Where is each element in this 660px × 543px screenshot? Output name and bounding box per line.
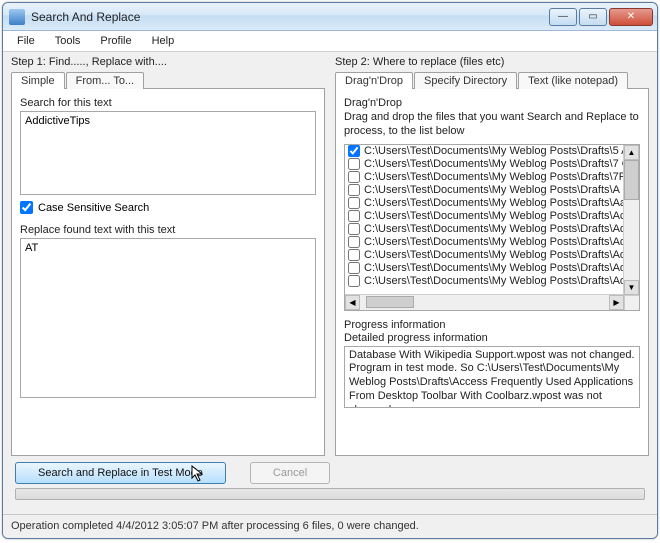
replace-text-input[interactable] [20,238,316,398]
progress-sublabel: Detailed progress information [344,332,640,344]
status-bar: Operation completed 4/4/2012 3:05:07 PM … [3,514,657,538]
progress-output[interactable]: Database With Wikipedia Support.wpost wa… [344,346,640,408]
file-checkbox[interactable] [348,236,360,248]
step2-tab-content: Drag'n'Drop Drag and drop the files that… [335,88,649,456]
step1-label: Step 1: Find....., Replace with.... [11,56,325,68]
hscroll-thumb[interactable] [366,296,414,308]
file-row[interactable]: C:\Users\Test\Documents\My Weblog Posts\… [345,236,623,249]
file-checkbox[interactable] [348,210,360,222]
file-checkbox[interactable] [348,184,360,196]
search-text-input[interactable] [20,111,316,195]
minimize-button[interactable]: — [549,8,577,26]
tab-from-to[interactable]: From... To... [66,72,144,89]
tab-text-notepad[interactable]: Text (like notepad) [518,72,628,89]
file-row[interactable]: C:\Users\Test\Documents\My Weblog Posts\… [345,158,623,171]
content-area: Step 1: Find....., Replace with.... Simp… [3,52,657,514]
progress-bar [15,488,645,500]
scroll-left-icon[interactable]: ◀ [345,295,360,310]
file-checkbox[interactable] [348,171,360,183]
step2-panel: Step 2: Where to replace (files etc) Dra… [335,56,649,456]
scroll-corner [624,295,639,310]
vscroll-thumb[interactable] [624,160,639,200]
file-checkbox[interactable] [348,275,360,287]
step2-label: Step 2: Where to replace (files etc) [335,56,649,68]
file-row[interactable]: C:\Users\Test\Documents\My Weblog Posts\… [345,223,623,236]
search-replace-button-label: Search and Replace in Test Mode [38,467,203,479]
maximize-button[interactable]: ▭ [579,8,607,26]
cursor-icon [191,465,205,487]
file-list-hscroll[interactable]: ◀ ▶ [345,294,624,310]
app-icon [9,9,25,25]
file-path: C:\Users\Test\Documents\My Weblog Posts\… [364,158,623,170]
file-path: C:\Users\Test\Documents\My Weblog Posts\… [364,223,623,235]
menu-profile[interactable]: Profile [90,33,141,49]
tab-simple[interactable]: Simple [11,72,65,89]
file-checkbox[interactable] [348,145,360,157]
replace-text-label: Replace found text with this text [20,224,316,236]
scroll-down-icon[interactable]: ▼ [624,280,639,295]
file-path: C:\Users\Test\Documents\My Weblog Posts\… [364,197,623,209]
file-path: C:\Users\Test\Documents\My Weblog Posts\… [364,262,623,274]
file-row[interactable]: C:\Users\Test\Documents\My Weblog Posts\… [345,197,623,210]
file-checkbox[interactable] [348,249,360,261]
progress-label: Progress information [344,319,640,331]
dragndrop-instructions: Drag and drop the files that you want Se… [344,111,640,139]
case-sensitive-label: Case Sensitive Search [38,202,149,214]
step1-tab-content: Search for this text Case Sensitive Sear… [11,88,325,456]
scroll-up-icon[interactable]: ▲ [624,145,639,160]
window-frame: Search And Replace — ▭ ✕ File Tools Prof… [2,2,658,539]
file-checkbox[interactable] [348,223,360,235]
file-row[interactable]: C:\Users\Test\Documents\My Weblog Posts\… [345,262,623,275]
file-row[interactable]: C:\Users\Test\Documents\My Weblog Posts\… [345,184,623,197]
file-row[interactable]: C:\Users\Test\Documents\My Weblog Posts\… [345,145,623,158]
menu-file[interactable]: File [7,33,45,49]
search-replace-button[interactable]: Search and Replace in Test Mode [15,462,226,484]
file-list[interactable]: C:\Users\Test\Documents\My Weblog Posts\… [344,144,640,311]
file-checkbox[interactable] [348,158,360,170]
file-path: C:\Users\Test\Documents\My Weblog Posts\… [364,236,623,248]
tab-dragndrop[interactable]: Drag'n'Drop [335,72,413,89]
file-path: C:\Users\Test\Documents\My Weblog Posts\… [364,275,623,287]
step1-panel: Step 1: Find....., Replace with.... Simp… [11,56,325,456]
file-row[interactable]: C:\Users\Test\Documents\My Weblog Posts\… [345,171,623,184]
search-text-label: Search for this text [20,97,316,109]
window-title: Search And Replace [31,10,547,24]
file-path: C:\Users\Test\Documents\My Weblog Posts\… [364,249,623,261]
menu-help[interactable]: Help [142,33,185,49]
file-row[interactable]: C:\Users\Test\Documents\My Weblog Posts\… [345,210,623,223]
file-path: C:\Users\Test\Documents\My Weblog Posts\… [364,145,623,157]
cancel-button: Cancel [250,462,330,484]
dragndrop-heading: Drag'n'Drop [344,97,640,109]
tab-specify-directory[interactable]: Specify Directory [414,72,517,89]
file-list-vscroll[interactable]: ▲ ▼ [623,145,639,295]
file-checkbox[interactable] [348,197,360,209]
close-button[interactable]: ✕ [609,8,653,26]
scroll-right-icon[interactable]: ▶ [609,295,624,310]
file-row[interactable]: C:\Users\Test\Documents\My Weblog Posts\… [345,275,623,288]
case-sensitive-checkbox[interactable] [20,201,33,214]
file-checkbox[interactable] [348,262,360,274]
titlebar[interactable]: Search And Replace — ▭ ✕ [3,3,657,31]
file-path: C:\Users\Test\Documents\My Weblog Posts\… [364,171,623,183]
menu-tools[interactable]: Tools [45,33,91,49]
file-row[interactable]: C:\Users\Test\Documents\My Weblog Posts\… [345,249,623,262]
file-path: C:\Users\Test\Documents\My Weblog Posts\… [364,184,623,196]
menubar: File Tools Profile Help [3,31,657,52]
file-path: C:\Users\Test\Documents\My Weblog Posts\… [364,210,623,222]
